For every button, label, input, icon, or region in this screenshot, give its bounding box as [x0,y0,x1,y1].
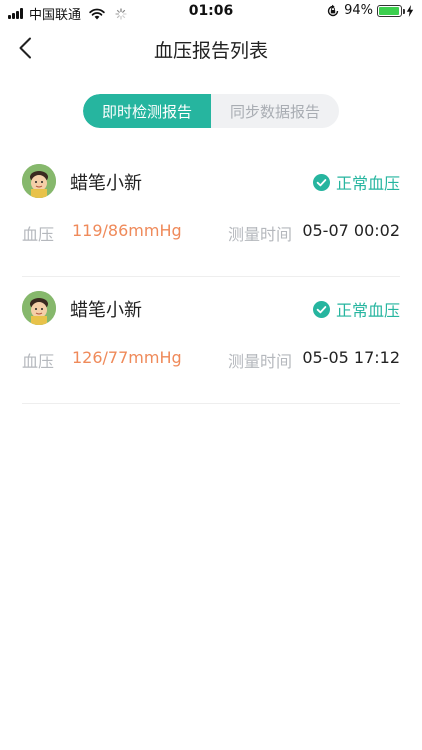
battery-icon [377,4,405,17]
avatar [22,164,56,198]
tab-instant-report[interactable]: 即时检测报告 [83,94,211,128]
report-card[interactable]: 蜡笔小新 正常血压 血压 119/86mmHg 测量时间 05-07 00:02 [22,150,400,277]
user-name: 蜡笔小新 [70,300,142,321]
time-label: 测量时间 [228,352,293,371]
time-value: 05-07 00:02 [302,221,400,240]
charging-bolt-icon [406,4,414,17]
status-badge: 正常血压 [312,170,400,194]
bp-label: 血压 [22,352,55,371]
check-circle-icon [312,300,330,318]
user-name: 蜡笔小新 [70,173,142,194]
tab-sync-report[interactable]: 同步数据报告 [211,94,339,128]
rotation-lock-icon [327,4,339,16]
status-right: 94% [326,3,414,18]
battery-level-fill [379,6,399,15]
check-circle-icon [312,173,330,191]
status-bar: 中国联通 01:06 94% [0,0,422,24]
nav-bar: 血压报告列表 [0,24,422,72]
avatar [22,291,56,325]
report-card[interactable]: 蜡笔小新 正常血压 血压 126/77mmHg 测量时间 05-05 17:12 [22,277,400,404]
bp-value: 126/77mmHg [72,348,182,367]
status-text: 正常血压 [335,301,400,320]
status-badge: 正常血压 [312,297,400,321]
status-text: 正常血压 [335,174,400,193]
time-label: 测量时间 [228,225,293,244]
bp-label: 血压 [22,225,55,244]
report-type-tabs: 即时检测报告 同步数据报告 [83,94,339,128]
report-list: 蜡笔小新 正常血压 血压 119/86mmHg 测量时间 05-07 00:02 [22,150,400,404]
battery-percent: 94% [344,3,373,18]
page-title: 血压报告列表 [153,40,268,62]
time-value: 05-05 17:12 [302,348,400,367]
bp-value: 119/86mmHg [72,221,182,240]
